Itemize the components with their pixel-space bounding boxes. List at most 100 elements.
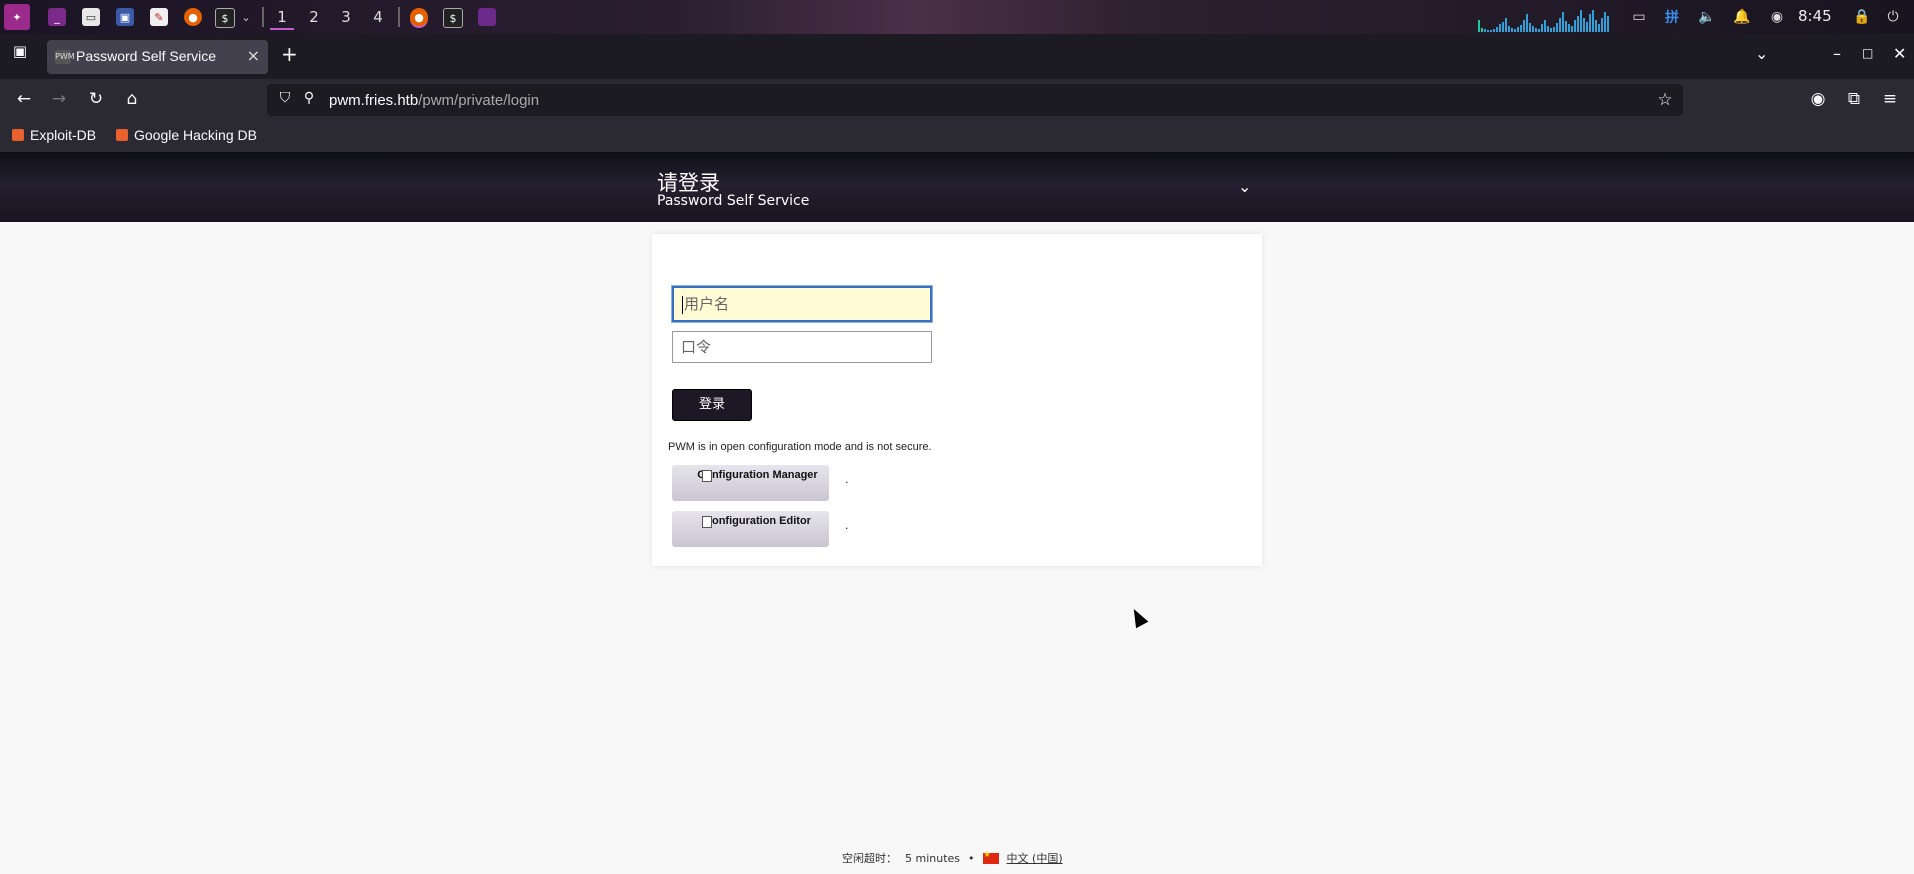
minimize-icon[interactable]: – — [1833, 44, 1841, 63]
account-icon[interactable]: ◉ — [1806, 89, 1830, 109]
workspace-1[interactable]: 1 — [270, 6, 294, 30]
login-panel: 用户名 口令 登录 PWM is in open configuration m… — [652, 234, 1262, 566]
power-icon[interactable]: ⏻ — [1884, 8, 1902, 26]
extensions-icon[interactable]: ⧉ — [1842, 89, 1866, 109]
password-input[interactable]: 口令 — [672, 331, 932, 363]
workspace-2[interactable]: 2 — [302, 6, 326, 28]
terminal-app-icon[interactable]: _ — [48, 8, 66, 26]
tracking-protection-icon[interactable]: ⛉ — [273, 90, 297, 106]
chevron-down-icon[interactable]: ⌄ — [240, 8, 252, 26]
url-bar[interactable]: ⛉ ⚲ pwm.fries.htb/pwm/private/login ☆ — [267, 84, 1683, 116]
audio-bar — [1520, 25, 1522, 32]
firefox-view-icon[interactable]: ▣ — [8, 42, 32, 60]
audio-bar — [1538, 29, 1540, 32]
input-method-icon[interactable]: 拼 — [1662, 8, 1682, 26]
document-icon — [702, 470, 712, 482]
firefox-icon[interactable]: ● — [184, 8, 202, 26]
bookmark-label: Google Hacking DB — [134, 127, 257, 143]
audio-bar — [1571, 26, 1573, 32]
audio-bar — [1493, 29, 1495, 32]
audio-bar — [1541, 24, 1543, 32]
mouse-cursor-icon — [1127, 605, 1149, 629]
bookmark-label: Exploit-DB — [30, 127, 97, 143]
audio-bar — [1523, 20, 1525, 32]
bookmark-exploit-db[interactable]: Exploit-DB — [12, 127, 96, 143]
workspace-3[interactable]: 3 — [334, 6, 358, 28]
clock[interactable]: 8:45 — [1798, 7, 1832, 25]
audio-bar — [1592, 10, 1594, 32]
audio-bar — [1565, 21, 1567, 32]
idle-timeout-label: 空闲超时： — [842, 852, 897, 865]
audio-bar — [1490, 30, 1492, 32]
audio-bar — [1514, 29, 1516, 32]
audio-bar — [1505, 18, 1507, 32]
terminal-window-icon[interactable]: $ — [443, 8, 463, 28]
firefox-window-icon[interactable]: ● — [410, 8, 428, 28]
list-all-tabs-icon[interactable]: ⌄ — [1755, 44, 1768, 63]
audio-bar — [1562, 12, 1564, 32]
configuration-editor-button[interactable]: Configuration Editor — [672, 511, 829, 547]
tab-favicon-icon: PWM — [55, 50, 75, 64]
audio-bar — [1589, 14, 1591, 32]
back-icon[interactable]: ← — [12, 89, 36, 109]
screen-app-icon[interactable]: ▣ — [116, 8, 134, 26]
bookmark-favicon-icon — [116, 129, 128, 141]
tab-password-self-service[interactable]: PWM Password Self Service × — [47, 40, 268, 74]
audio-bar — [1496, 27, 1498, 32]
document-icon — [702, 516, 712, 528]
audio-bar — [1481, 28, 1483, 32]
text-editor-icon[interactable]: ✎ — [150, 8, 168, 26]
close-window-icon[interactable]: ✕ — [1893, 44, 1906, 63]
home-icon[interactable]: ⌂ — [120, 89, 144, 109]
dot-text: . — [845, 519, 849, 532]
configuration-manager-button[interactable]: Configuration Manager — [672, 465, 829, 501]
taskbar-separator — [398, 7, 400, 27]
file-manager-icon[interactable]: ▭ — [82, 8, 100, 26]
footer-separator: • — [968, 851, 975, 865]
forward-icon[interactable]: → — [47, 89, 71, 109]
audio-bar — [1535, 28, 1537, 32]
url-text[interactable]: pwm.fries.htb/pwm/private/login — [329, 92, 539, 109]
reload-icon[interactable]: ↻ — [84, 89, 108, 109]
configuration-editor-label: Configuration Editor — [704, 515, 811, 527]
workspace-4[interactable]: 4 — [366, 6, 390, 28]
audio-bar — [1544, 20, 1546, 32]
username-input[interactable]: 用户名 — [672, 286, 932, 322]
audio-bar — [1478, 20, 1480, 32]
audio-bar — [1595, 20, 1597, 32]
kali-menu-icon[interactable]: ✦ — [4, 4, 30, 30]
folder-window-icon[interactable] — [478, 8, 496, 26]
idle-timeout-value: 5 minutes — [905, 851, 961, 865]
page-subtitle: Password Self Service — [657, 193, 810, 209]
url-host: pwm.fries.htb — [329, 92, 419, 109]
locale-link[interactable]: 中文 (中国) — [1007, 850, 1063, 866]
menu-icon[interactable]: ≡ — [1878, 89, 1902, 109]
login-button[interactable]: 登录 — [672, 389, 752, 421]
password-placeholder: 口令 — [681, 338, 712, 356]
power-status-icon[interactable]: ◉ — [1768, 8, 1786, 26]
text-caret — [682, 295, 683, 314]
terminal-icon[interactable]: $ — [215, 8, 235, 28]
audio-bar — [1517, 27, 1519, 32]
site-info-icon[interactable]: ⚲ — [297, 90, 321, 106]
maximize-icon[interactable]: □ — [1862, 46, 1873, 60]
new-tab-icon[interactable]: + — [281, 42, 298, 66]
audio-bar — [1580, 10, 1582, 32]
audio-bar — [1529, 23, 1531, 32]
audio-bar — [1550, 28, 1552, 32]
bookmark-star-icon[interactable]: ☆ — [1653, 90, 1677, 110]
lock-icon[interactable]: 🔒 — [1853, 8, 1871, 26]
bookmark-google-hacking-db[interactable]: Google Hacking DB — [116, 127, 257, 143]
audio-bar — [1532, 26, 1534, 32]
notification-bell-icon[interactable]: 🔔 — [1733, 8, 1751, 26]
audio-bar — [1487, 30, 1489, 32]
audio-bar — [1484, 29, 1486, 32]
volume-icon[interactable]: 🔈 — [1698, 8, 1716, 26]
chevron-down-icon[interactable]: ⌄ — [1238, 177, 1251, 196]
audio-bar — [1607, 16, 1609, 32]
close-tab-icon[interactable]: × — [247, 46, 260, 65]
audio-bar — [1502, 22, 1504, 32]
dot-text: . — [845, 473, 849, 486]
audio-bar — [1604, 12, 1606, 32]
display-icon[interactable]: ▭ — [1630, 8, 1648, 26]
